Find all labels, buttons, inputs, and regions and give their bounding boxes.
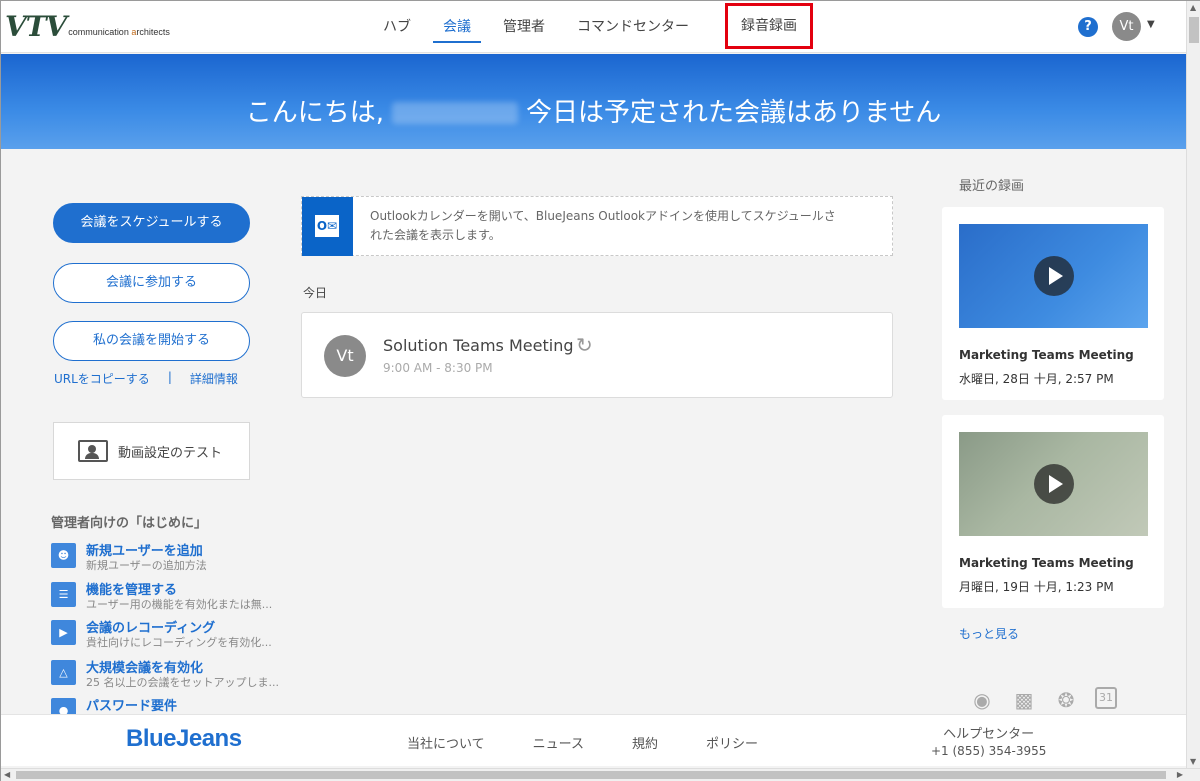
recording-date: 水曜日, 28日 十月, 2:57 PM [959,372,1114,386]
scroll-left-icon[interactable]: ◀ [4,770,10,779]
footer-link-terms[interactable]: 規約 [632,733,658,752]
schedule-meeting-button[interactable]: 会議をスケジュールする [53,203,250,243]
video-user-icon [78,440,108,462]
meeting-links: URLをコピーする | 詳細情報 [54,370,238,387]
help-icon[interactable]: ? [1078,17,1098,37]
vertical-scroll-thumb[interactable] [1189,17,1199,43]
meeting-avatar: Vt [324,335,366,377]
nav-recordings[interactable]: 録音録画 [725,3,813,49]
footer-links: 当社について ニュース 規約 ポリシー [407,733,806,752]
top-nav-bar: VTV communication architects ハブ 会議 管理者 コ… [1,1,1186,53]
user-add-icon: ☻ [51,543,76,568]
meeting-card[interactable]: Vt Solution Teams Meeting ↻ 9:00 AM - 8:… [301,312,893,398]
today-label: 今日 [303,286,328,300]
recording-title: Marketing Teams Meeting [959,556,1134,570]
play-icon[interactable] [1034,256,1074,296]
recording-title: Marketing Teams Meeting [959,348,1134,362]
admin-item-add-user[interactable]: ☻ 新規ユーザーを追加 新規ユーザーの追加方法 [51,540,281,576]
footer-link-about[interactable]: 当社について [407,733,485,752]
nav-command-center[interactable]: コマンドセンター [561,1,705,53]
footer-link-policy[interactable]: ポリシー [706,733,758,752]
video-settings-test-button[interactable]: 動画設定のテスト [53,422,250,480]
apple-icon[interactable]: ◉ [969,687,995,713]
welcome-banner: こんにちは, 今日は予定された会議はありません [1,54,1186,149]
banner-greeting: こんにちは, 今日は予定された会議はありません [245,98,942,128]
logo-tagline: communication architects [68,27,170,37]
android-icon[interactable]: ▩ [1011,687,1037,713]
recording-card[interactable]: Marketing Teams Meeting 水曜日, 28日 十月, 2:5… [942,207,1164,400]
help-center[interactable]: ヘルプセンター +1 (855) 354-3955 [931,723,1046,758]
recording-thumbnail[interactable] [959,432,1148,536]
main-nav: ハブ 会議 管理者 コマンドセンター 録音録画 [367,1,813,53]
recent-recordings-title: 最近の録画 [959,179,1025,194]
recurring-icon: ↻ [576,333,593,357]
admin-getting-started-title: 管理者向けの「はじめに」 [51,516,208,531]
camera-icon: ▶ [51,620,76,645]
recording-thumbnail[interactable] [959,224,1148,328]
nav-admin[interactable]: 管理者 [487,1,561,53]
large-meeting-icon: △ [51,660,76,685]
join-meeting-button[interactable]: 会議に参加する [53,263,250,303]
safari-icon[interactable]: ❂ [1053,687,1079,713]
help-center-label: ヘルプセンター [943,727,1035,742]
blurred-username [392,102,519,124]
meeting-title: Solution Teams Meeting [383,336,574,355]
calendar-icon[interactable]: 31 [1095,687,1117,709]
logo-wordmark: VTV [5,10,67,43]
horizontal-scrollbar[interactable]: ◀ ▶ [1,768,1200,781]
scroll-up-icon[interactable]: ▲ [1190,3,1196,12]
play-icon[interactable] [1034,464,1074,504]
footer-link-news[interactable]: ニュース [533,733,584,752]
admin-item-manage-features[interactable]: ☰ 機能を管理する ユーザー用の機能を有効化または無... [51,579,281,615]
bluejeans-logo[interactable]: BlueJeans [126,725,242,753]
start-my-meeting-button[interactable]: 私の会議を開始する [53,321,250,361]
lock-icon: ● [51,698,76,714]
vtv-logo[interactable]: VTV communication architects [5,13,170,41]
scroll-down-icon[interactable]: ▼ [1190,757,1196,766]
admin-item-password[interactable]: ● パスワード要件 [51,695,281,714]
scroll-right-icon[interactable]: ▶ [1177,770,1183,779]
vertical-scrollbar[interactable]: ▲ ▼ [1186,1,1200,768]
see-more-link[interactable]: もっと見る [959,625,1019,642]
recording-date: 月曜日, 19日 十月, 1:23 PM [959,580,1114,594]
copy-url-link[interactable]: URLをコピーする [54,370,150,387]
user-avatar[interactable]: Vt [1112,12,1141,41]
outlook-notice-text: Outlookカレンダーを開いて、BlueJeans Outlookアドインを使… [370,209,836,242]
footer: BlueJeans 当社について ニュース 規約 ポリシー ヘルプセンター +1… [1,714,1186,766]
video-test-label: 動画設定のテスト [118,445,223,461]
chevron-down-icon[interactable]: ▼ [1147,19,1155,30]
admin-item-recording[interactable]: ▶ 会議のレコーディング 貴社向けにレコーディングを有効化... [51,617,281,653]
features-icon: ☰ [51,582,76,607]
nav-meetings[interactable]: 会議 [427,1,487,53]
meeting-time: 9:00 AM - 8:30 PM [383,361,493,375]
horizontal-scroll-thumb[interactable] [16,771,1166,779]
recording-card[interactable]: Marketing Teams Meeting 月曜日, 19日 十月, 1:2… [942,415,1164,608]
admin-item-large-meetings[interactable]: △ 大規模会議を有効化 25 名以上の会議をセットアップしま... [51,657,281,693]
nav-hub[interactable]: ハブ [367,1,427,53]
platform-downloads: ◉ ▩ ❂ 31 [969,687,1117,713]
link-separator: | [167,370,172,384]
outlook-icon: O✉ [302,197,353,256]
outlook-addin-notice[interactable]: O✉ Outlookカレンダーを開いて、BlueJeans Outlookアドイ… [301,196,893,256]
details-link[interactable]: 詳細情報 [190,370,238,387]
help-phone: +1 (855) 354-3955 [931,744,1047,758]
